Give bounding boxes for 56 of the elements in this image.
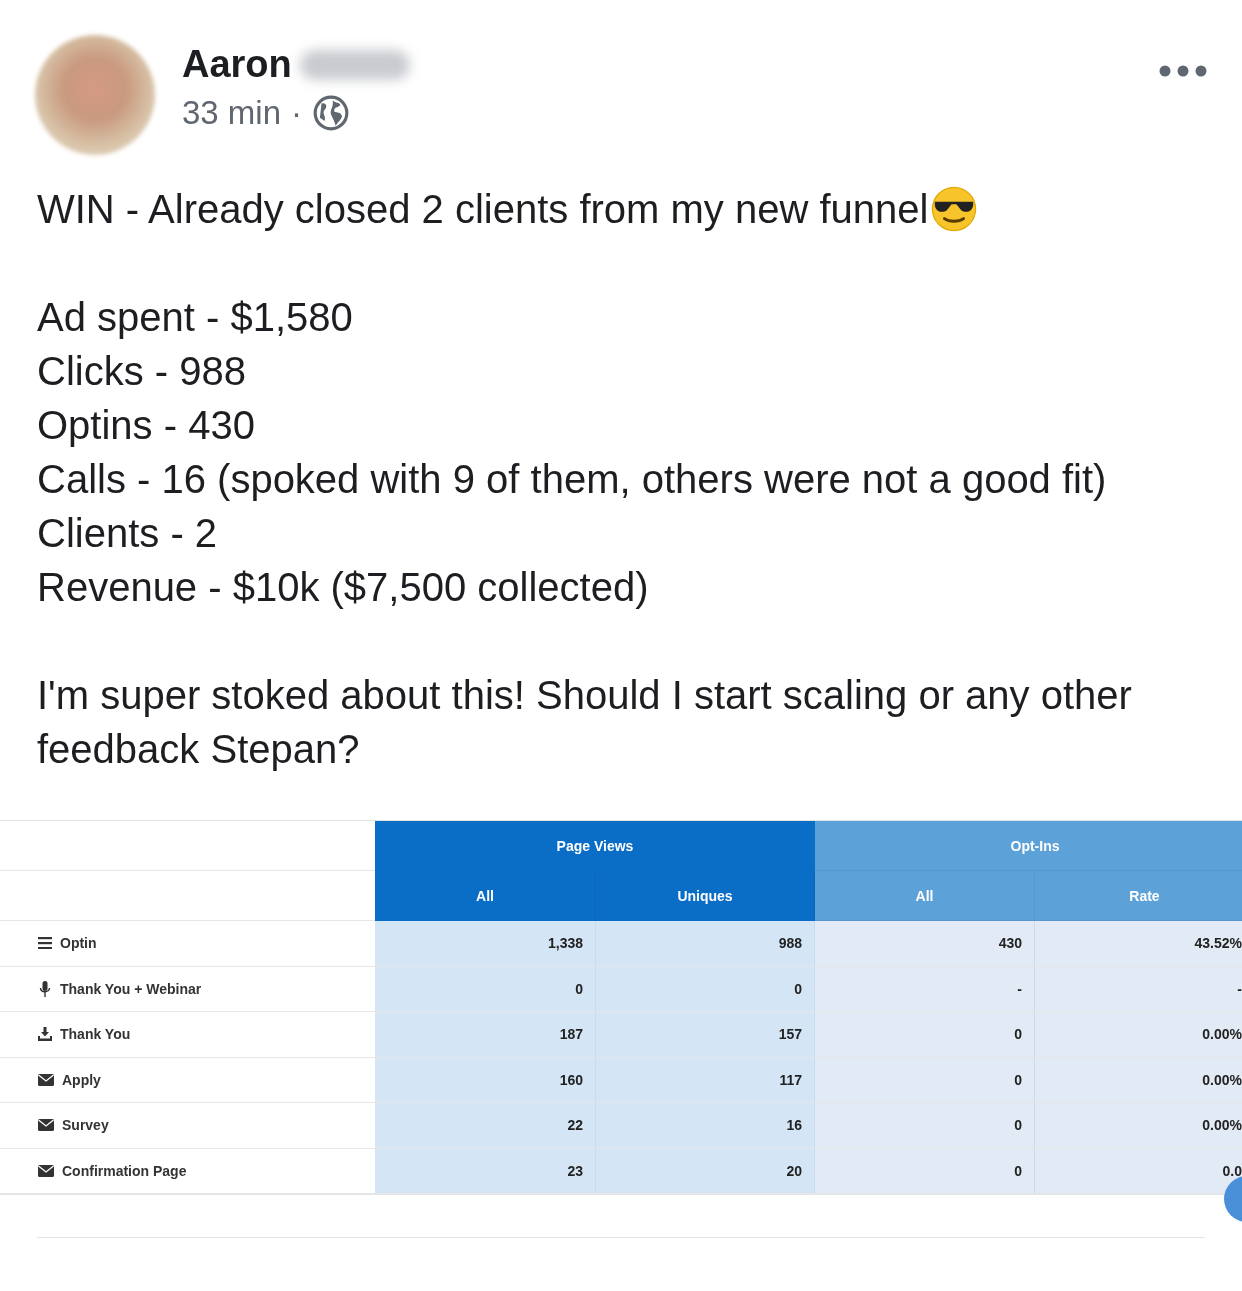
table-cell: 430	[998, 935, 1022, 952]
post-time[interactable]: 33 min	[182, 94, 282, 132]
download-icon	[38, 1027, 52, 1042]
column-group-header: Page Views	[375, 821, 815, 871]
table-cell: 20	[786, 1162, 802, 1179]
column-header: Rate	[1035, 871, 1242, 921]
post-text: WIN - Already closed 2 clients from my new funnel	[37, 186, 929, 233]
table-cell: 0	[1014, 1162, 1022, 1179]
post-text: Revenue - $10k ($7,500 collected)	[37, 564, 649, 611]
sunglasses-face-icon	[930, 185, 979, 233]
row-label: Apply	[62, 1071, 101, 1088]
post-text: Calls - 16 (spoked with 9 of them, others were not a good fit)	[37, 456, 1107, 503]
column-header: All	[815, 871, 1035, 921]
row-label: Thank You + Webinar	[60, 980, 202, 997]
post-text: Optins - 430	[37, 402, 255, 449]
table-cell: -	[1237, 980, 1242, 997]
table-cell: 0	[794, 980, 802, 997]
column-header: All	[375, 871, 596, 921]
table-cell: 157	[778, 1026, 802, 1043]
row-label: Confirmation Page	[62, 1162, 187, 1179]
table-cell: 0	[575, 980, 583, 997]
table-cell: 160	[559, 1071, 583, 1088]
post-text: Ad spent - $1,580	[37, 294, 353, 341]
table-cell: 1,338	[547, 935, 583, 952]
table-cell: 0	[1014, 1117, 1022, 1134]
separator: ·	[291, 94, 303, 132]
post-text: Clients - 2	[37, 510, 218, 557]
envelope-icon	[38, 1073, 54, 1086]
table-cell: 23	[567, 1162, 583, 1179]
table-cell: 0.00%	[1202, 1071, 1242, 1088]
table-cell: 16	[786, 1117, 802, 1134]
table-cell: 0.00%	[1202, 1026, 1242, 1043]
table-cell: 43.52%	[1194, 935, 1242, 952]
table-cell: 0	[1014, 1071, 1022, 1088]
table-cell: 187	[559, 1026, 583, 1043]
table-cell: 0.0	[1222, 1162, 1242, 1179]
column-header: Uniques	[596, 871, 815, 921]
envelope-icon	[38, 1164, 54, 1177]
post-text: I'm super stoked about this! Should I start scaling or any other feedback Stepan?	[37, 672, 1133, 773]
row-label: Optin	[60, 935, 97, 952]
table-cell: 22	[567, 1117, 583, 1134]
table-cell: 117	[779, 1071, 802, 1088]
microphone-icon	[38, 980, 52, 997]
table-cell: -	[1017, 980, 1022, 997]
globe-icon	[312, 94, 351, 132]
table-cell: 0	[1014, 1026, 1022, 1043]
row-label: Survey	[62, 1117, 109, 1134]
author-name[interactable]: Aaron	[182, 43, 292, 86]
more-options-icon[interactable]	[1159, 65, 1207, 77]
table-cell: 988	[778, 935, 802, 952]
envelope-icon	[38, 1119, 54, 1132]
column-group-header: Opt-Ins	[815, 821, 1242, 871]
table-cell: 0.00%	[1202, 1117, 1242, 1134]
post-text: Clicks - 988	[37, 348, 246, 395]
row-label: Thank You	[60, 1026, 131, 1043]
list-icon	[38, 937, 52, 950]
